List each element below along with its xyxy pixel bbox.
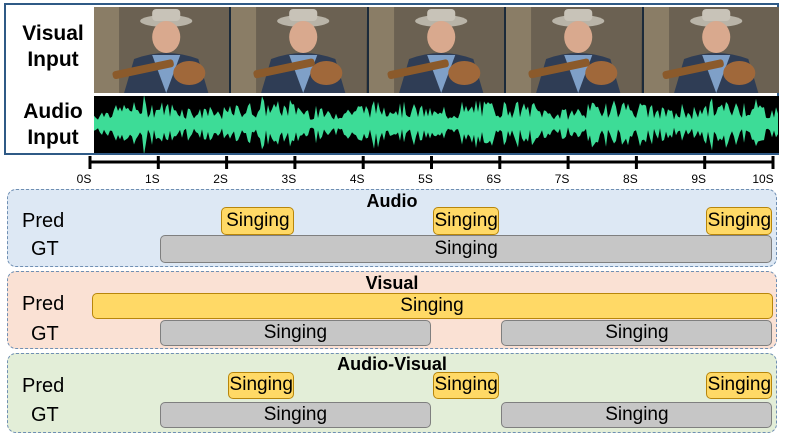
gt-label: GT xyxy=(31,404,59,426)
pred-label: Pred xyxy=(22,210,65,232)
visual-panel: Visual Pred GT Singing Singing Singing xyxy=(7,271,777,349)
pred-segment: Singing xyxy=(228,372,295,399)
timeline-tick-label: 6S xyxy=(486,172,501,186)
audio-input-label: Audio Input xyxy=(12,99,94,151)
timeline-tick-label: 3S xyxy=(282,172,297,186)
timeline-tick-label: 8S xyxy=(623,172,638,186)
visual-input-label: Visual Input xyxy=(12,21,94,73)
gt-segment: Singing xyxy=(159,402,431,428)
timeline-tick-label: 2S xyxy=(213,172,228,186)
panel-title: Audio xyxy=(366,191,418,211)
timeline-tick-label: 7S xyxy=(555,172,570,186)
gt-segment: Singing xyxy=(501,402,773,428)
video-frame xyxy=(368,7,505,93)
audiovisual-panel: Audio-Visual Pred GT Singing Singing Singi… xyxy=(7,353,777,433)
pred-segment: Singing xyxy=(433,372,500,399)
person-silhouette xyxy=(368,7,505,93)
gt-segment: Singing xyxy=(159,235,773,263)
audio-label-line2: Input xyxy=(27,126,79,149)
timeline-tick-label: 9S xyxy=(691,172,706,186)
person-silhouette xyxy=(94,7,230,93)
video-frames xyxy=(94,7,780,93)
input-box: Visual Input Audio Input xyxy=(4,3,780,155)
person-silhouette xyxy=(231,7,367,93)
visual-label-line2: Input xyxy=(27,48,79,71)
video-frame xyxy=(506,7,642,93)
video-frame xyxy=(231,7,367,93)
pred-segment: Singing xyxy=(706,207,773,235)
timeline-tick-label: 1S xyxy=(145,172,160,186)
waveform-shape xyxy=(94,96,778,153)
gt-label: GT xyxy=(31,238,59,260)
timeline-tick-label: 0S xyxy=(77,172,92,186)
timeline-tick-label: 4S xyxy=(350,172,365,186)
video-frame xyxy=(643,7,780,93)
visual-label-line1: Visual xyxy=(22,22,84,45)
timeline-tick-label: 10S xyxy=(752,172,773,186)
pred-segment: Singing xyxy=(91,293,773,319)
waveform-graphic xyxy=(94,96,778,153)
gt-label: GT xyxy=(31,323,59,345)
gt-segment: Singing xyxy=(159,320,431,346)
person-silhouette xyxy=(506,7,642,93)
panel-title: Audio-Visual xyxy=(337,354,447,374)
audio-waveform xyxy=(94,96,779,153)
person-silhouette xyxy=(643,7,780,93)
pred-segment: Singing xyxy=(221,207,295,235)
pred-label: Pred xyxy=(22,293,65,315)
pred-segment: Singing xyxy=(433,207,500,235)
pred-segment: Singing xyxy=(706,372,773,399)
video-frame xyxy=(94,7,230,93)
pred-label: Pred xyxy=(22,375,65,397)
gt-segment: Singing xyxy=(501,320,773,346)
timeline-tick-label: 5S xyxy=(418,172,433,186)
audio-panel: Audio Pred GT Singing Singing Singing Singi… xyxy=(7,189,777,267)
panel-title: Visual xyxy=(365,273,419,293)
audio-label-line1: Audio xyxy=(23,100,83,123)
timeline-axis: 0S 1S 2S 3S 4S 5S 6S 7S 8S 9S 10S xyxy=(77,156,775,186)
